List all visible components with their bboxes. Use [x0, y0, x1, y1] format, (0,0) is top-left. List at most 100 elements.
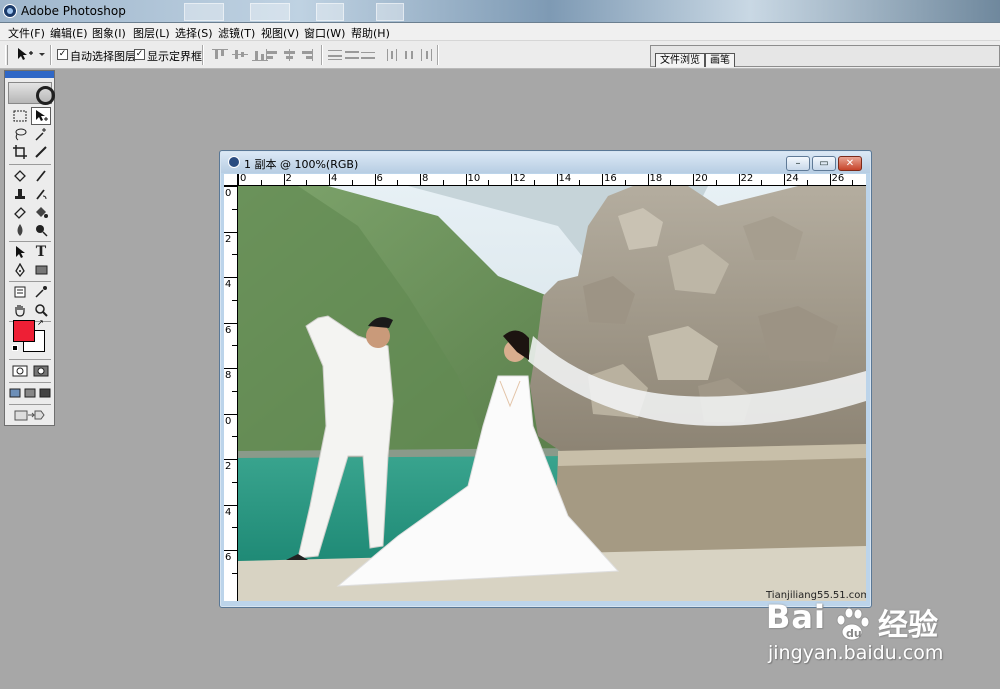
toolbox-title-bar[interactable]: [5, 71, 54, 78]
history-brush-tool-icon[interactable]: [31, 185, 51, 203]
ruler-h-label: 10: [467, 174, 481, 184]
pen-tool-icon[interactable]: [10, 261, 30, 279]
blur-tool-icon[interactable]: [10, 221, 30, 239]
ruler-tick: [420, 174, 421, 185]
ruler-v-label: 4: [225, 279, 232, 290]
menu-file[interactable]: 文件(F): [8, 25, 45, 41]
zoom-tool-icon[interactable]: [31, 301, 51, 319]
ruler-tick: [232, 481, 237, 483]
distribute-bottom-icon[interactable]: [361, 49, 377, 61]
menu-filter[interactable]: 滤镜(T): [218, 25, 255, 41]
type-tool-icon[interactable]: T: [31, 243, 51, 261]
marquee-tool-icon[interactable]: [10, 107, 30, 125]
notes-tool-icon[interactable]: [10, 283, 30, 301]
ruler-tick: [374, 174, 376, 185]
jump-to-imageready-icon[interactable]: [10, 406, 50, 424]
window-title: Adobe Photoshop: [21, 4, 126, 18]
ruler-tick: [232, 572, 237, 574]
swap-colors-icon[interactable]: ↗: [37, 318, 44, 327]
ruler-tick: [224, 186, 237, 187]
align-vertical-centers-icon[interactable]: [232, 49, 248, 61]
move-tool-preset-icon[interactable]: [15, 47, 47, 63]
ruler-tick: [351, 180, 353, 185]
close-button[interactable]: ✕: [838, 156, 862, 171]
ruler-tick: [806, 180, 808, 185]
align-left-edges-icon[interactable]: [266, 49, 282, 61]
distribute-vertical-centers-icon[interactable]: [345, 49, 361, 61]
menu-view[interactable]: 视图(V): [261, 25, 299, 41]
ruler-h-label: 4: [331, 174, 338, 184]
ruler-origin[interactable]: [224, 174, 238, 186]
baidu-paw-icon: du: [836, 607, 870, 641]
healing-brush-tool-icon[interactable]: [10, 167, 30, 185]
full-screen-mode-icon[interactable]: [38, 384, 52, 402]
ruler-tick: [442, 180, 444, 185]
dodge-tool-icon[interactable]: [31, 221, 51, 239]
document-window: 1 副本 @ 100%(RGB) – ▭ ✕ 0 2 4 6 8 10 12 14 16 18 20…: [219, 150, 872, 608]
distribute-left-icon[interactable]: [386, 49, 402, 61]
align-horizontal-centers-icon[interactable]: [283, 49, 299, 61]
menu-edit[interactable]: 编辑(E): [50, 25, 88, 41]
ruler-tick: [224, 550, 237, 551]
move-tool-icon[interactable]: [31, 107, 51, 125]
magic-wand-tool-icon[interactable]: [31, 125, 51, 143]
tab-brushes[interactable]: 画笔: [705, 53, 735, 67]
standard-screen-mode-icon[interactable]: [8, 384, 22, 402]
ruler-tick: [232, 299, 237, 301]
wedding-photo: Tianjiliang55.51.com: [238, 186, 866, 601]
ruler-v-label: 0: [225, 415, 232, 427]
foreground-color-swatch[interactable]: [13, 320, 35, 342]
menu-window[interactable]: 窗口(W): [304, 25, 345, 41]
paint-bucket-tool-icon[interactable]: [31, 203, 51, 221]
align-top-edges-icon[interactable]: [212, 49, 228, 61]
options-bar-grip[interactable]: [5, 45, 8, 65]
align-right-edges-icon[interactable]: [300, 49, 316, 61]
tab-file-browser[interactable]: 文件浏览: [655, 53, 705, 67]
taskbar-thumbnail: [250, 3, 290, 21]
distribute-top-icon[interactable]: [328, 49, 344, 61]
full-screen-menu-mode-icon[interactable]: [23, 384, 37, 402]
ruler-tick: [232, 345, 237, 347]
standard-mode-icon[interactable]: [10, 362, 30, 380]
menu-select[interactable]: 选择(S): [175, 25, 213, 41]
ruler-tick: [260, 180, 262, 185]
ruler-tick: [488, 180, 490, 185]
eraser-tool-icon[interactable]: [10, 203, 30, 221]
taskbar-thumbnail: [376, 3, 404, 21]
document-canvas[interactable]: Tianjiliang55.51.com: [238, 186, 866, 601]
ruler-tick: [579, 180, 581, 185]
ruler-tick: [306, 180, 308, 185]
crop-tool-icon[interactable]: [10, 143, 30, 161]
menu-help[interactable]: 帮助(H): [351, 25, 390, 41]
restore-button[interactable]: ▭: [812, 156, 836, 171]
adobe-online-logo-icon[interactable]: [8, 82, 55, 105]
default-colors-icon[interactable]: [12, 345, 18, 351]
minimize-button[interactable]: –: [786, 156, 810, 171]
menu-bar: 文件(F) 编辑(E) 图象(I) 图层(L) 选择(S) 滤镜(T) 视图(V…: [0, 23, 1000, 41]
ruler-tick: [224, 413, 237, 415]
baidu-jingyan-watermark: Bai du 经验 jingyan.baidu.com: [766, 598, 996, 678]
lasso-tool-icon[interactable]: [10, 125, 30, 143]
hand-tool-icon[interactable]: [10, 301, 30, 319]
menu-image[interactable]: 图象(I): [92, 25, 126, 41]
distribute-right-icon[interactable]: [419, 49, 435, 61]
ruler-tick: [329, 174, 330, 185]
menu-layer[interactable]: 图层(L): [133, 25, 170, 41]
clone-stamp-tool-icon[interactable]: [10, 185, 30, 203]
auto-select-layer-checkbox[interactable]: ✓: [57, 49, 68, 60]
ruler-tick: [283, 174, 285, 185]
baidu-brand-text: Bai: [766, 598, 826, 636]
distribute-horizontal-centers-icon[interactable]: [403, 49, 419, 61]
vertical-ruler[interactable]: 0 2 4 6 8 0 2 4 6: [224, 186, 238, 601]
auto-select-layer-label: 自动选择图层: [70, 50, 136, 63]
eyedropper-tool-icon[interactable]: [31, 283, 51, 301]
rectangle-tool-icon[interactable]: [31, 261, 51, 279]
path-selection-tool-icon[interactable]: [10, 243, 30, 261]
ruler-v-label: 6: [225, 552, 232, 563]
quick-mask-mode-icon[interactable]: [31, 362, 51, 380]
show-bounding-box-checkbox[interactable]: ✓: [134, 49, 145, 60]
slice-tool-icon[interactable]: [31, 143, 51, 161]
horizontal-ruler[interactable]: 0 2 4 6 8 10 12 14 16 18 20 22 24 26: [238, 174, 866, 186]
jingyan-url: jingyan.baidu.com: [768, 642, 944, 664]
brush-tool-icon[interactable]: [31, 167, 51, 185]
